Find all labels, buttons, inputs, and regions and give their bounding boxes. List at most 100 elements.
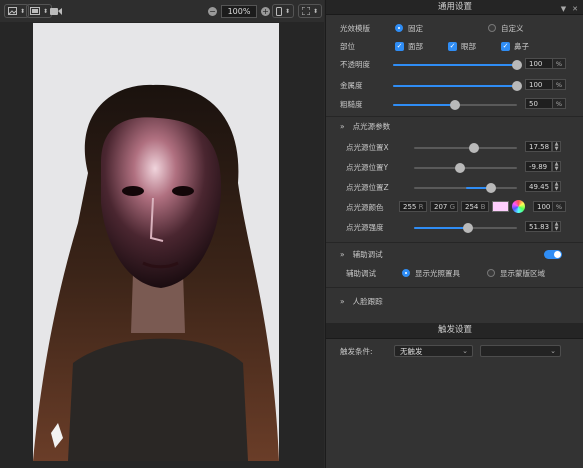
close-icon[interactable]: ✕ [572, 2, 578, 16]
metallic-row: 金属度 [340, 79, 363, 91]
intensity-stepper[interactable]: ▲ ▼ [552, 221, 561, 232]
pos-y-label: 点光源位置Y [346, 162, 389, 172]
light-effect-row: 光效模版 固定 自定义 [340, 22, 524, 34]
opacity-unit: % [552, 58, 566, 69]
grid-icon[interactable]: ⬍ [26, 4, 53, 18]
pos-z-input[interactable]: 49.45 [525, 181, 552, 192]
chevron-down-icon: » [340, 250, 345, 259]
debug-section-toggle[interactable]: » 辅助调试 [340, 249, 383, 260]
chevron-right-icon: » [340, 297, 345, 306]
color-row: 点光源颜色 [346, 201, 384, 213]
color-alpha-unit: % [552, 201, 566, 212]
preview-viewport[interactable] [0, 22, 324, 468]
metallic-label: 金属度 [340, 80, 363, 90]
radio-show-light-label: 显示光照置具 [415, 268, 460, 278]
trigger-settings-header: 触发设置 [326, 323, 583, 339]
trigger-condition-label: 触发条件: [340, 346, 373, 356]
face-tracking-section-toggle[interactable]: » 人脸跟踪 [340, 296, 383, 307]
intensity-label: 点光源强度 [346, 222, 384, 232]
chevron-down-icon: ⌄ [462, 347, 468, 355]
point-light-title: 点光源参数 [352, 122, 391, 131]
pos-x-label: 点光源位置X [346, 142, 389, 152]
zoom-control: − 100% + [208, 5, 270, 18]
face-checkbox-label: 面部 [408, 41, 423, 51]
general-settings-header: 通用设置 ▼ ✕ [326, 0, 583, 15]
eye-checkbox[interactable]: ✓ [448, 41, 457, 51]
roughness-row: 粗糙度 [340, 98, 363, 110]
roughness-unit: % [552, 98, 566, 109]
settings-panel: 通用设置 ▼ ✕ 光效模版 固定 自定义 部位 ✓ 面部 ✓ 眼部 ✓ 鼻子 不… [325, 0, 583, 468]
trigger-settings-title: 触发设置 [437, 325, 472, 335]
metallic-unit: % [552, 79, 566, 90]
face-checkbox[interactable]: ✓ [395, 41, 404, 51]
nose-checkbox[interactable]: ✓ [501, 41, 510, 51]
eye-checkbox-label: 眼部 [461, 41, 476, 51]
color-swatch[interactable] [492, 201, 509, 212]
radio-fixed[interactable] [395, 24, 403, 32]
pos-x-input[interactable]: 17.58 [525, 141, 552, 152]
divider [326, 242, 583, 243]
chevron-down-icon: ⌄ [550, 347, 556, 355]
pos-z-label: 点光源位置Z [346, 182, 389, 192]
radio-custom-label: 自定义 [501, 23, 524, 33]
radio-show-mask-label: 显示蒙版区域 [500, 268, 545, 278]
opacity-slider[interactable] [393, 60, 522, 70]
debug-title: 辅助调试 [352, 250, 383, 259]
device-select[interactable]: ⬍ [272, 4, 295, 18]
pos-z-slider[interactable] [414, 183, 517, 193]
radio-fixed-label: 固定 [408, 23, 423, 33]
divider [326, 287, 583, 288]
pos-y-stepper[interactable]: ▲ ▼ [552, 161, 561, 172]
zoom-level[interactable]: 100% [221, 5, 257, 18]
pos-x-slider[interactable] [414, 143, 517, 153]
roughness-slider[interactable] [393, 100, 517, 110]
light-effect-label: 光效模版 [340, 23, 370, 33]
face-tracking-title: 人脸跟踪 [352, 297, 383, 306]
viewport-toolbar: ⬍ ⬍ − 100% + ⬍ ⬍ [0, 0, 324, 23]
roughness-input[interactable]: 50 [525, 98, 553, 109]
intensity-row: 点光源强度 [346, 221, 384, 233]
pos-y-row: 点光源位置Y [346, 161, 388, 173]
trigger-second-select[interactable]: ⌄ [480, 345, 561, 357]
radio-show-mask[interactable] [487, 269, 495, 277]
general-settings-title: 通用设置 [437, 2, 472, 12]
pos-z-stepper[interactable]: ▲ ▼ [552, 181, 561, 192]
pos-x-row: 点光源位置X [346, 141, 389, 153]
color-g-input[interactable]: 207 G [430, 201, 458, 212]
collapse-icon[interactable]: ▼ [561, 2, 566, 16]
debug-toggle[interactable] [544, 250, 562, 259]
preview-photo [33, 23, 279, 461]
color-wheel-icon[interactable] [512, 200, 525, 213]
intensity-slider[interactable] [414, 223, 517, 233]
zoom-in-icon[interactable]: + [261, 7, 270, 16]
pos-y-slider[interactable] [414, 163, 517, 173]
pos-x-stepper[interactable]: ▲ ▼ [552, 141, 561, 152]
radio-show-light[interactable] [402, 269, 410, 277]
portrait-image [33, 23, 279, 461]
parts-row: 部位 ✓ 面部 ✓ 眼部 ✓ 鼻子 [340, 40, 529, 52]
trigger-condition-select[interactable]: 无触发 ⌄ [394, 345, 473, 357]
opacity-input[interactable]: 100 [525, 58, 553, 69]
nose-checkbox-label: 鼻子 [514, 41, 529, 51]
zoom-out-icon[interactable]: − [208, 7, 217, 16]
intensity-input[interactable]: 51.83 [525, 221, 552, 232]
camera-icon[interactable] [50, 4, 62, 18]
metallic-input[interactable]: 100 [525, 79, 553, 90]
color-r-input[interactable]: 255 R [399, 201, 427, 212]
pos-y-input[interactable]: -9.89 [525, 161, 552, 172]
color-b-input[interactable]: 254 B [461, 201, 489, 212]
color-label: 点光源颜色 [346, 202, 384, 212]
parts-label: 部位 [340, 41, 355, 51]
divider [326, 116, 583, 117]
trigger-row: 触发条件: [340, 345, 373, 357]
opacity-label: 不透明度 [340, 59, 370, 69]
metallic-slider[interactable] [393, 81, 522, 91]
radio-custom[interactable] [488, 24, 496, 32]
debug-mode-label: 辅助调试 [346, 268, 376, 278]
color-alpha-input[interactable]: 100 [533, 201, 553, 212]
fullscreen-icon[interactable]: ⬍ [298, 4, 323, 18]
point-light-section-toggle[interactable]: » 点光源参数 [340, 121, 390, 132]
opacity-row: 不透明度 [340, 58, 370, 70]
chevron-down-icon: » [340, 122, 345, 131]
roughness-label: 粗糙度 [340, 99, 363, 109]
